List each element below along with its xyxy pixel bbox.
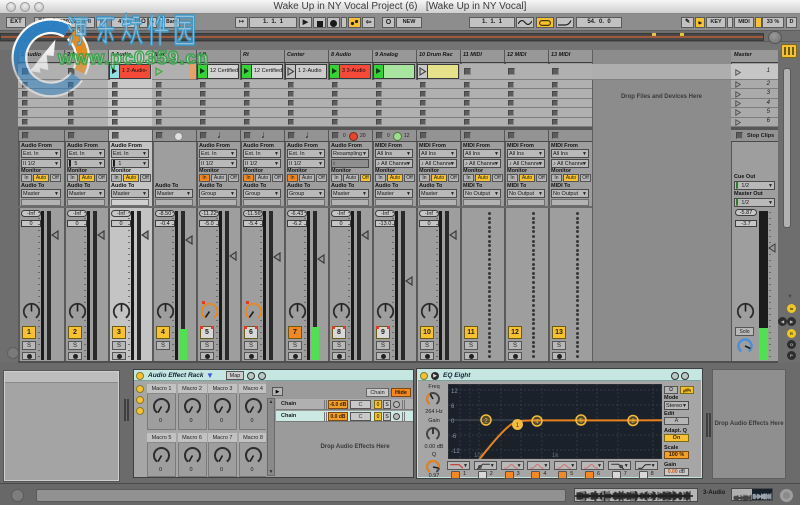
- svg-text:-12: -12: [451, 449, 460, 455]
- svg-text:12: 12: [451, 389, 458, 395]
- svg-text:-6: -6: [451, 434, 457, 440]
- svg-text:1k: 1k: [552, 453, 559, 459]
